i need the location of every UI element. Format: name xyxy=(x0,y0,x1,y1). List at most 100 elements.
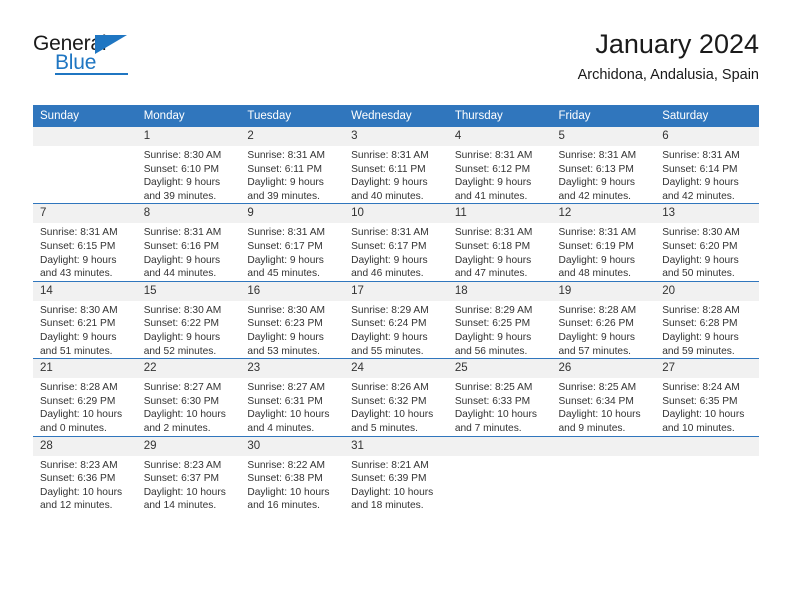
sunset-text: Sunset: 6:18 PM xyxy=(454,240,531,252)
calendar-day-cell[interactable]: 29 Sunrise: 8:23 AM Sunset: 6:37 PM Dayligh… xyxy=(136,435,241,513)
calendar-day-cell[interactable]: 1 Sunrise: 8:30 AM Sunset: 6:10 PM Daylight… xyxy=(136,127,241,204)
day-number: 9 xyxy=(240,204,345,224)
sunset-text: Sunset: 6:21 PM xyxy=(40,318,116,330)
sunrise-text: Sunrise: 8:30 AM xyxy=(40,304,118,316)
calendar-day-cell[interactable]: 19 Sunrise: 8:28 AM Sunset: 6:26 PM Dayligh… xyxy=(551,280,656,359)
calendar-day-cell[interactable]: 23 Sunrise: 8:27 AM Sunset: 6:31 PM Dayligh… xyxy=(240,358,345,436)
calendar-day-cell[interactable]: 22 Sunrise: 8:27 AM Sunset: 6:30 PM Dayligh… xyxy=(136,358,241,436)
calendar-day-cell[interactable]: 10 Sunrise: 8:31 AM Sunset: 6:17 PM Dayligh… xyxy=(344,203,448,282)
day-number: 3 xyxy=(344,127,448,146)
calendar-day-cell[interactable]: 20 Sunrise: 8:28 AM Sunset: 6:28 PM Dayligh… xyxy=(655,280,759,359)
daylight-text-line2: and 39 minutes. xyxy=(247,190,320,202)
calendar-day-cell[interactable]: 7 Sunrise: 8:31 AM Sunset: 6:15 PM Daylight… xyxy=(33,203,137,282)
daylight-text-line1: Daylight: 9 hours xyxy=(247,331,324,343)
sunset-text: Sunset: 6:34 PM xyxy=(558,395,634,407)
sunset-text: Sunset: 6:25 PM xyxy=(454,318,531,330)
sunrise-text: Sunrise: 8:31 AM xyxy=(454,150,533,161)
calendar-day-cell[interactable]: 18 Sunrise: 8:29 AM Sunset: 6:25 PM Dayligh… xyxy=(447,280,552,359)
sunset-text: Sunset: 6:29 PM xyxy=(40,395,116,407)
daylight-text-line2: and 45 minutes. xyxy=(247,268,320,280)
daylight-text-line2: and 40 minutes. xyxy=(351,190,424,202)
sunrise-text: Sunrise: 8:31 AM xyxy=(558,150,637,161)
weekday-header-sunday: Sunday xyxy=(33,105,137,127)
calendar-day-cell[interactable]: 16 Sunrise: 8:30 AM Sunset: 6:23 PM Dayligh… xyxy=(240,280,345,359)
daylight-text-line2: and 56 minutes. xyxy=(454,345,528,357)
calendar-day-cell[interactable]: 17 Sunrise: 8:29 AM Sunset: 6:24 PM Dayligh… xyxy=(344,280,448,359)
sunrise-text: Sunrise: 8:28 AM xyxy=(558,304,637,316)
daylight-text-line2: and 42 minutes. xyxy=(662,190,735,202)
daylight-text-line2: and 18 minutes. xyxy=(351,500,424,512)
sunrise-text: Sunrise: 8:30 AM xyxy=(247,304,325,316)
daylight-text-line2: and 0 minutes. xyxy=(40,422,107,434)
page-header: General Blue January 2024 Archidona, And… xyxy=(33,28,759,98)
calendar-week-row: 28 Sunrise: 8:23 AM Sunset: 6:36 PM Dayligh… xyxy=(33,435,759,513)
daylight-text-line1: Daylight: 9 hours xyxy=(558,254,635,266)
daylight-text-line1: Daylight: 10 hours xyxy=(143,409,226,421)
daylight-text-line2: and 55 minutes. xyxy=(351,345,424,357)
calendar-day-cell[interactable]: 25 Sunrise: 8:25 AM Sunset: 6:33 PM Dayligh… xyxy=(447,358,552,436)
sunrise-text: Sunrise: 8:31 AM xyxy=(247,150,325,161)
calendar-day-cell[interactable]: 15 Sunrise: 8:30 AM Sunset: 6:22 PM Dayligh… xyxy=(136,280,241,359)
calendar-day-cell[interactable]: 27 Sunrise: 8:24 AM Sunset: 6:35 PM Dayligh… xyxy=(655,358,759,436)
day-details: Sunrise: 8:31 AM Sunset: 6:16 PM Daylight:… xyxy=(137,223,241,280)
calendar-day-cell[interactable]: 30 Sunrise: 8:22 AM Sunset: 6:38 PM Dayligh… xyxy=(240,435,345,513)
calendar-day-cell[interactable]: 5 Sunrise: 8:31 AM Sunset: 6:13 PM Daylight… xyxy=(551,127,656,204)
daylight-text-line2: and 9 minutes. xyxy=(558,422,626,434)
day-details: Sunrise: 8:31 AM Sunset: 6:17 PM Daylight:… xyxy=(344,223,448,280)
calendar-day-cell[interactable]: 28 Sunrise: 8:23 AM Sunset: 6:36 PM Dayligh… xyxy=(33,435,137,513)
day-details: Sunrise: 8:30 AM Sunset: 6:22 PM Daylight:… xyxy=(137,301,241,358)
weekday-header-wednesday: Wednesday xyxy=(344,105,448,127)
day-number: 15 xyxy=(136,281,241,301)
sunrise-text: Sunrise: 8:26 AM xyxy=(351,382,429,394)
daylight-text-line2: and 39 minutes. xyxy=(143,190,217,202)
day-number: 24 xyxy=(344,359,448,379)
day-details: Sunrise: 8:31 AM Sunset: 6:18 PM Daylight:… xyxy=(448,223,552,280)
day-details: Sunrise: 8:27 AM Sunset: 6:31 PM Daylight:… xyxy=(240,378,344,435)
calendar-day-cell[interactable]: 9 Sunrise: 8:31 AM Sunset: 6:17 PM Daylight… xyxy=(240,203,345,282)
day-details: Sunrise: 8:30 AM Sunset: 6:10 PM Daylight:… xyxy=(137,146,241,203)
daylight-text-line1: Daylight: 9 hours xyxy=(143,331,221,343)
daylight-text-line1: Daylight: 9 hours xyxy=(40,331,117,343)
sunset-text: Sunset: 6:14 PM xyxy=(662,163,738,175)
sunrise-text: Sunrise: 8:31 AM xyxy=(247,227,325,239)
daylight-text-line1: Daylight: 10 hours xyxy=(351,409,434,421)
day-details: Sunrise: 8:26 AM Sunset: 6:32 PM Daylight:… xyxy=(344,378,448,435)
daylight-text-line1: Daylight: 10 hours xyxy=(662,409,745,421)
calendar-day-cell[interactable]: 8 Sunrise: 8:31 AM Sunset: 6:16 PM Daylight… xyxy=(136,203,241,282)
sunrise-text: Sunrise: 8:31 AM xyxy=(454,227,533,239)
calendar-day-cell[interactable]: 24 Sunrise: 8:26 AM Sunset: 6:32 PM Dayligh… xyxy=(344,358,448,436)
sunrise-text: Sunrise: 8:31 AM xyxy=(143,227,222,239)
day-details: Sunrise: 8:25 AM Sunset: 6:34 PM Daylight:… xyxy=(552,378,656,435)
day-details: Sunrise: 8:31 AM Sunset: 6:11 PM Daylight:… xyxy=(240,146,344,203)
weekday-header-thursday: Thursday xyxy=(447,105,552,127)
day-number xyxy=(655,436,759,456)
calendar-day-cell[interactable]: 2 Sunrise: 8:31 AM Sunset: 6:11 PM Daylight… xyxy=(240,127,345,204)
sunset-text: Sunset: 6:19 PM xyxy=(558,240,634,252)
daylight-text-line1: Daylight: 9 hours xyxy=(143,177,221,189)
calendar-day-cell[interactable]: 31 Sunrise: 8:21 AM Sunset: 6:39 PM Dayligh… xyxy=(344,435,448,513)
calendar-page: General Blue January 2024 Archidona, And… xyxy=(0,0,792,612)
sunrise-text: Sunrise: 8:24 AM xyxy=(662,382,740,394)
sunset-text: Sunset: 6:22 PM xyxy=(143,318,220,330)
sunrise-text: Sunrise: 8:22 AM xyxy=(247,459,325,471)
calendar-day-cell[interactable]: 4 Sunrise: 8:31 AM Sunset: 6:12 PM Daylight… xyxy=(447,127,552,204)
day-number: 18 xyxy=(447,281,552,301)
sunrise-text: Sunrise: 8:28 AM xyxy=(662,304,740,316)
day-number: 14 xyxy=(33,281,137,301)
day-details: Sunrise: 8:23 AM Sunset: 6:37 PM Daylight:… xyxy=(137,456,241,513)
calendar-day-cell[interactable]: 26 Sunrise: 8:25 AM Sunset: 6:34 PM Dayligh… xyxy=(551,358,656,436)
calendar-day-cell[interactable]: 6 Sunrise: 8:31 AM Sunset: 6:14 PM Daylight… xyxy=(655,127,759,204)
daylight-text-line2: and 46 minutes. xyxy=(351,268,424,280)
general-blue-logo[interactable]: General Blue xyxy=(33,32,153,82)
calendar-day-cell[interactable]: 13 Sunrise: 8:30 AM Sunset: 6:20 PM Dayligh… xyxy=(655,203,759,282)
calendar-day-cell[interactable]: 21 Sunrise: 8:28 AM Sunset: 6:29 PM Dayligh… xyxy=(33,358,137,436)
sunrise-text: Sunrise: 8:25 AM xyxy=(558,382,637,394)
daylight-text-line1: Daylight: 9 hours xyxy=(454,254,532,266)
sunset-text: Sunset: 6:10 PM xyxy=(143,163,220,175)
calendar-day-cell[interactable]: 14 Sunrise: 8:30 AM Sunset: 6:21 PM Dayligh… xyxy=(33,280,137,359)
daylight-text-line2: and 4 minutes. xyxy=(247,422,315,434)
calendar-day-cell[interactable]: 3 Sunrise: 8:31 AM Sunset: 6:11 PM Daylight… xyxy=(344,127,448,204)
calendar-day-cell[interactable]: 12 Sunrise: 8:31 AM Sunset: 6:19 PM Dayligh… xyxy=(551,203,656,282)
calendar-day-cell[interactable]: 11 Sunrise: 8:31 AM Sunset: 6:18 PM Dayligh… xyxy=(447,203,552,282)
day-number: 10 xyxy=(344,204,448,224)
